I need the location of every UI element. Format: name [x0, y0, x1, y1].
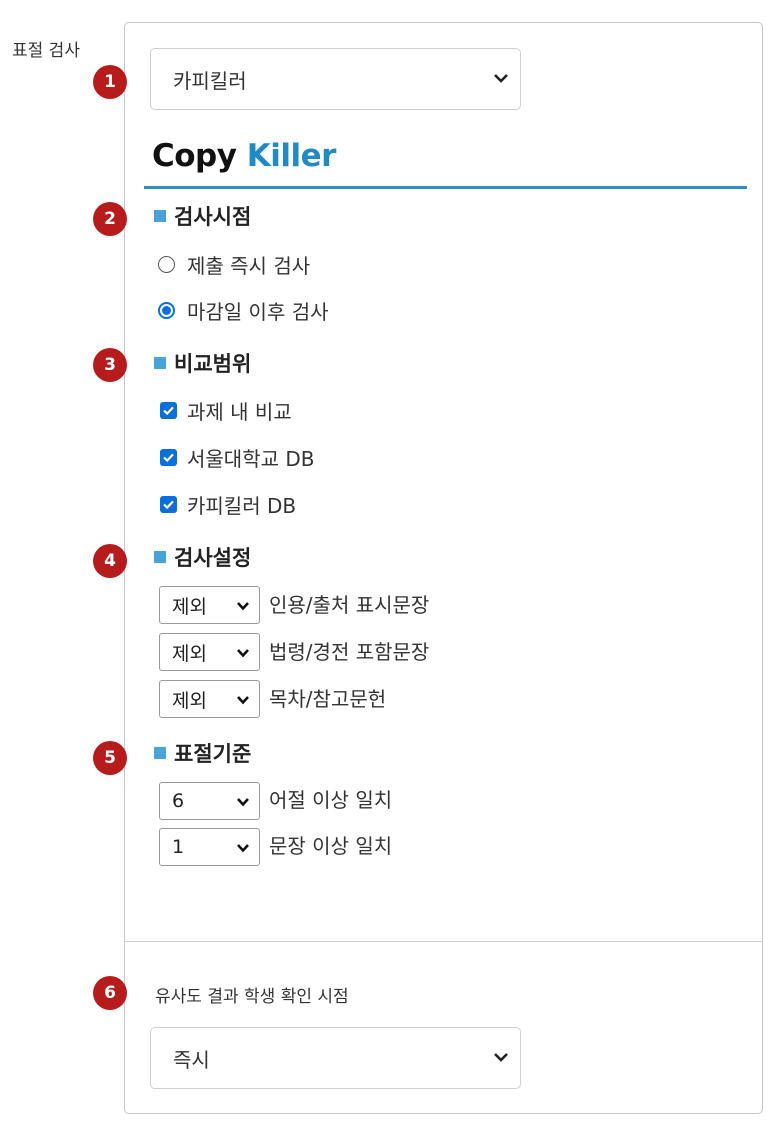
page-label: 표절 검사 [12, 41, 80, 61]
checkbox-copykiller-db[interactable]: 카피킬러 DB [160, 490, 296, 519]
checkbox-checked-icon[interactable] [160, 496, 177, 513]
plagiarism-tool-select[interactable]: 카피킬러 [150, 48, 521, 110]
checkbox-label: 서울대학교 DB [187, 447, 315, 471]
checkbox-snu-db[interactable]: 서울대학교 DB [160, 443, 314, 472]
select-value: 제외 [172, 595, 207, 618]
plagiarism-criteria-title-text: 표절기준 [174, 742, 252, 766]
radio-selected-icon[interactable] [158, 302, 175, 319]
logo-copy: Copy [152, 138, 237, 174]
toc-setting-select[interactable]: 제외 [159, 680, 260, 718]
plagiarism-tool-value: 카피킬러 [173, 68, 247, 93]
chevron-down-icon [494, 74, 508, 83]
check-settings-title-text: 검사설정 [174, 546, 252, 570]
citation-setting-label: 인용/출처 표시문장 [269, 593, 430, 617]
chevron-down-icon [237, 649, 249, 658]
toc-setting-label: 목차/참고문헌 [269, 687, 387, 711]
step-marker-5: 5 [93, 741, 127, 775]
chevron-down-icon [237, 844, 249, 853]
check-time-title: 검사시점 [154, 201, 251, 231]
radio-label: 제출 즉시 검사 [187, 254, 311, 278]
word-count-label: 어절 이상 일치 [269, 788, 393, 812]
section-square-icon [154, 357, 166, 369]
select-value: 1 [172, 836, 185, 858]
chevron-down-icon [237, 798, 249, 807]
law-setting-select[interactable]: 제외 [159, 633, 260, 671]
step-marker-6: 6 [93, 976, 127, 1010]
section-square-icon [154, 210, 166, 222]
radio-submit-immediate[interactable]: 제출 즉시 검사 [158, 250, 310, 279]
compare-scope-title-text: 비교범위 [174, 352, 252, 376]
section-square-icon [154, 551, 166, 563]
step-marker-1: 1 [93, 65, 127, 99]
plagiarism-criteria-title: 표절기준 [154, 738, 251, 768]
student-view-value: 즉시 [173, 1047, 210, 1072]
chevron-down-icon [237, 602, 249, 611]
checkbox-checked-icon[interactable] [160, 402, 177, 419]
check-time-title-text: 검사시점 [174, 205, 252, 229]
step-marker-4: 4 [93, 544, 127, 578]
chevron-down-icon [494, 1053, 508, 1062]
sentence-count-select[interactable]: 1 [159, 828, 260, 866]
word-count-select[interactable]: 6 [159, 782, 260, 820]
checkbox-in-assignment[interactable]: 과제 내 비교 [160, 396, 292, 425]
check-settings-title: 검사설정 [154, 542, 251, 572]
student-view-label: 유사도 결과 학생 확인 시점 [155, 987, 349, 1007]
radio-icon[interactable] [158, 256, 175, 273]
radio-label: 마감일 이후 검사 [187, 300, 329, 324]
citation-setting-select[interactable]: 제외 [159, 586, 260, 624]
sentence-count-label: 문장 이상 일치 [269, 834, 393, 858]
divider [125, 941, 762, 942]
step-marker-2: 2 [93, 202, 127, 236]
logo-underline [144, 186, 747, 189]
law-setting-label: 법령/경전 포함문장 [269, 640, 430, 664]
select-value: 제외 [172, 642, 207, 665]
checkbox-checked-icon[interactable] [160, 449, 177, 466]
radio-after-deadline[interactable]: 마감일 이후 검사 [158, 296, 329, 325]
step-marker-3: 3 [93, 348, 127, 382]
select-value: 6 [172, 790, 185, 812]
checkbox-label: 과제 내 비교 [187, 400, 292, 424]
chevron-down-icon [237, 696, 249, 705]
select-value: 제외 [172, 689, 207, 712]
student-view-select[interactable]: 즉시 [150, 1027, 521, 1089]
section-square-icon [154, 747, 166, 759]
logo-killer: Killer [246, 138, 337, 174]
checkbox-label: 카피킬러 DB [187, 494, 297, 518]
compare-scope-title: 비교범위 [154, 348, 251, 378]
copykiller-logo: Copy Killer [152, 138, 336, 174]
